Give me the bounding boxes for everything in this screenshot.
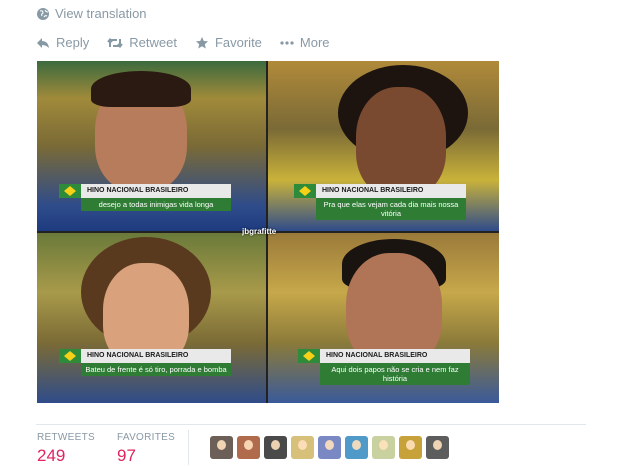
avatar[interactable]: [291, 436, 314, 459]
brazil-flag-icon: [59, 349, 81, 363]
avatar[interactable]: [399, 436, 422, 459]
view-translation-label: View translation: [55, 6, 147, 21]
avatar[interactable]: [345, 436, 368, 459]
retweets-count: 249: [37, 446, 66, 465]
favorites-stat[interactable]: FAVORITES 97: [117, 432, 175, 466]
favorite-label: Favorite: [214, 35, 262, 50]
view-translation-link[interactable]: View translation: [36, 6, 147, 21]
globe-icon: [37, 7, 49, 20]
favorites-label: FAVORITES: [117, 432, 176, 443]
caption-header: HINO NACIONAL BRASILEIRO: [316, 184, 466, 198]
reply-label: Reply: [56, 35, 90, 50]
watermark-text: jbgrafitte: [242, 227, 277, 236]
favorites-count: 97: [117, 446, 136, 465]
caption-header: HINO NACIONAL BRASILEIRO: [320, 349, 470, 363]
brazil-flag-icon: [59, 184, 81, 198]
retweet-button[interactable]: Retweet: [107, 35, 177, 50]
caption-text: Aqui dois papos não se cria e nem faz hi…: [320, 363, 470, 385]
photo-panel-1: HINO NACIONAL BRASILEIRO desejo a todas …: [37, 61, 266, 231]
tweet-photo[interactable]: HINO NACIONAL BRASILEIRO desejo a todas …: [37, 61, 499, 403]
caption-text: Pra que elas vejam cada dia mais nossa v…: [316, 198, 466, 220]
photo-panel-2: HINO NACIONAL BRASILEIRO Pra que elas ve…: [268, 61, 499, 231]
reply-button[interactable]: Reply: [36, 35, 89, 50]
brazil-flag-icon: [298, 349, 320, 363]
more-button[interactable]: More: [280, 35, 330, 50]
avatar[interactable]: [264, 436, 287, 459]
avatar[interactable]: [210, 436, 233, 459]
stats-divider: [36, 424, 586, 425]
avatar[interactable]: [318, 436, 341, 459]
brazil-flag-icon: [294, 184, 316, 198]
more-label: More: [299, 35, 330, 50]
avatar[interactable]: [426, 436, 449, 459]
retweet-label: Retweet: [129, 35, 177, 50]
photo-panel-4: HINO NACIONAL BRASILEIRO Aqui dois papos…: [268, 233, 499, 403]
caption-header: HINO NACIONAL BRASILEIRO: [81, 349, 231, 363]
avatar[interactable]: [372, 436, 395, 459]
retweet-icon: [107, 37, 124, 48]
retweets-stat[interactable]: RETWEETS 249: [37, 432, 95, 466]
stats-separator: [188, 430, 189, 465]
more-dots-icon: [280, 40, 294, 45]
favorite-button[interactable]: Favorite: [195, 35, 262, 50]
reply-icon: [37, 37, 49, 48]
tweet-actions: Reply Retweet Favorite More: [36, 35, 330, 50]
avatar[interactable]: [237, 436, 260, 459]
photo-panel-3: HINO NACIONAL BRASILEIRO Bateu de frente…: [37, 233, 266, 403]
retweets-label: RETWEETS: [37, 432, 95, 443]
favoriter-avatars: [210, 436, 449, 459]
caption-text: Bateu de frente é só tiro, porrada e bom…: [81, 363, 231, 376]
caption-header: HINO NACIONAL BRASILEIRO: [81, 184, 231, 198]
caption-text: desejo a todas inimigas vida longa: [81, 198, 231, 211]
star-icon: [195, 36, 208, 48]
